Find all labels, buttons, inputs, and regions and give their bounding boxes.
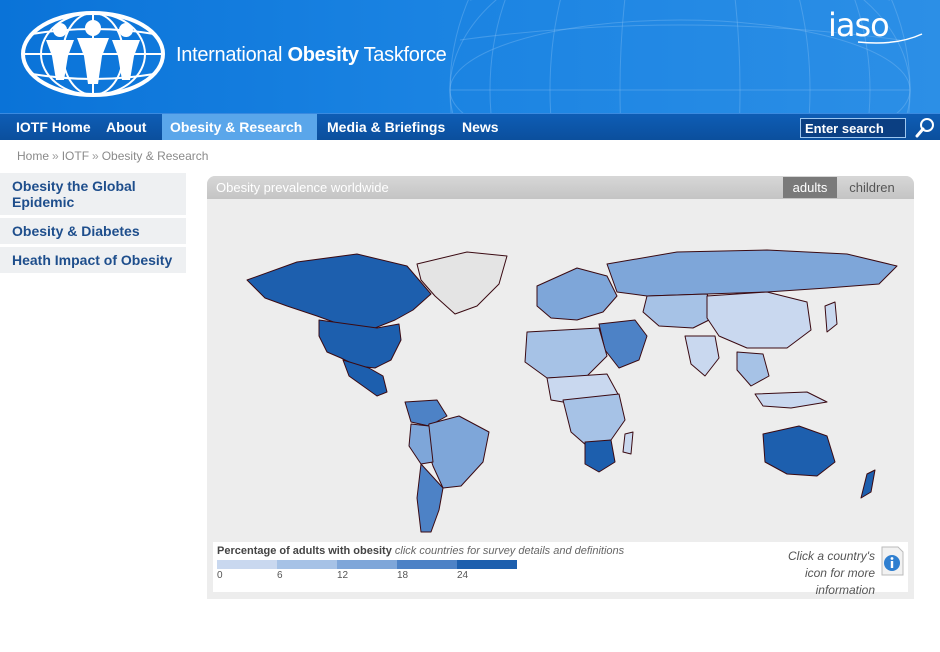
org-name-bold: Obesity xyxy=(287,44,359,66)
sidebar: Obesity the Global Epidemic Obesity & Di… xyxy=(0,173,186,276)
nav-item-iotf-home[interactable]: IOTF Home xyxy=(8,114,99,140)
sidebar-item-global-epidemic[interactable]: Obesity the Global Epidemic xyxy=(0,173,186,215)
country-usa xyxy=(318,319,402,369)
legend-title-hint: click countries for survey details and d… xyxy=(391,545,625,557)
country-india xyxy=(684,335,720,377)
nav-item-about[interactable]: About xyxy=(98,114,154,140)
country-indonesia xyxy=(754,391,828,409)
country-south-africa xyxy=(584,439,616,473)
breadcrumb-iotf[interactable]: IOTF xyxy=(62,149,89,163)
map-panel-title: Obesity prevalence worldwide xyxy=(216,180,389,195)
country-central-africa xyxy=(562,393,626,447)
legend-swatch-24 xyxy=(457,560,517,569)
country-greenland xyxy=(416,251,508,315)
nav-item-news[interactable]: News xyxy=(454,114,507,140)
legend-tick: 24 xyxy=(457,570,469,581)
search-icon[interactable] xyxy=(914,117,936,139)
toggle-adults-button[interactable]: adults xyxy=(783,177,837,198)
info-icon[interactable] xyxy=(879,545,905,577)
legend-tick: 0 xyxy=(217,570,223,581)
org-name-suffix: Taskforce xyxy=(358,44,447,66)
country-canada xyxy=(246,253,432,329)
world-choropleth-map[interactable] xyxy=(207,236,914,536)
breadcrumb-home[interactable]: Home xyxy=(17,149,49,163)
legend-tick: 6 xyxy=(277,570,283,581)
country-china xyxy=(706,291,812,349)
country-north-africa xyxy=(524,327,608,379)
legend-swatch-18 xyxy=(397,560,457,569)
legend-tick: 18 xyxy=(397,570,409,581)
legend-swatch-6 xyxy=(277,560,337,569)
site-header: International Obesity Taskforce iaso xyxy=(0,0,940,113)
iaso-swoosh-graphic xyxy=(857,33,923,44)
country-new-zealand xyxy=(860,469,876,499)
legend-swatch-12 xyxy=(337,560,397,569)
legend-swatch-0 xyxy=(217,560,277,569)
country-russia xyxy=(606,249,898,297)
toggle-children-button[interactable]: children xyxy=(839,177,905,198)
nav-item-media-briefings[interactable]: Media & Briefings xyxy=(319,114,453,140)
country-middle-east xyxy=(598,319,648,369)
info-hint-text: Click a country's icon for more informat… xyxy=(788,549,875,597)
map-legend: Percentage of adults with obesity click … xyxy=(213,542,908,597)
iotf-logo[interactable] xyxy=(20,10,166,98)
map-panel-header: Obesity prevalence worldwide adults chil… xyxy=(207,176,914,199)
country-kazakhstan xyxy=(642,293,718,329)
country-southeast-asia xyxy=(736,351,770,387)
legend-tick: 12 xyxy=(337,570,349,581)
sidebar-item-health-impact[interactable]: Heath Impact of Obesity xyxy=(0,247,186,273)
country-japan xyxy=(824,301,838,333)
organization-name: International Obesity Taskforce xyxy=(176,44,447,67)
country-peru xyxy=(408,423,434,465)
sidebar-item-obesity-diabetes[interactable]: Obesity & Diabetes xyxy=(0,218,186,244)
country-australia xyxy=(762,425,836,477)
country-europe xyxy=(536,267,618,321)
main-nav: IOTF Home About Obesity & Research Media… xyxy=(0,113,940,140)
breadcrumb-current: Obesity & Research xyxy=(101,149,209,163)
legend-title-bold: Percentage of adults with obesity xyxy=(217,545,392,557)
country-madagascar xyxy=(622,431,634,455)
map-panel: Obesity prevalence worldwide adults chil… xyxy=(207,176,914,599)
nav-item-obesity-research[interactable]: Obesity & Research xyxy=(162,114,317,140)
breadcrumb: Home» IOTF» Obesity & Research xyxy=(17,149,209,163)
country-brazil xyxy=(424,415,490,489)
legend-title: Percentage of adults with obesity click … xyxy=(217,545,624,557)
search-input[interactable]: Enter search xyxy=(800,118,906,138)
org-name-prefix: International xyxy=(176,44,288,66)
